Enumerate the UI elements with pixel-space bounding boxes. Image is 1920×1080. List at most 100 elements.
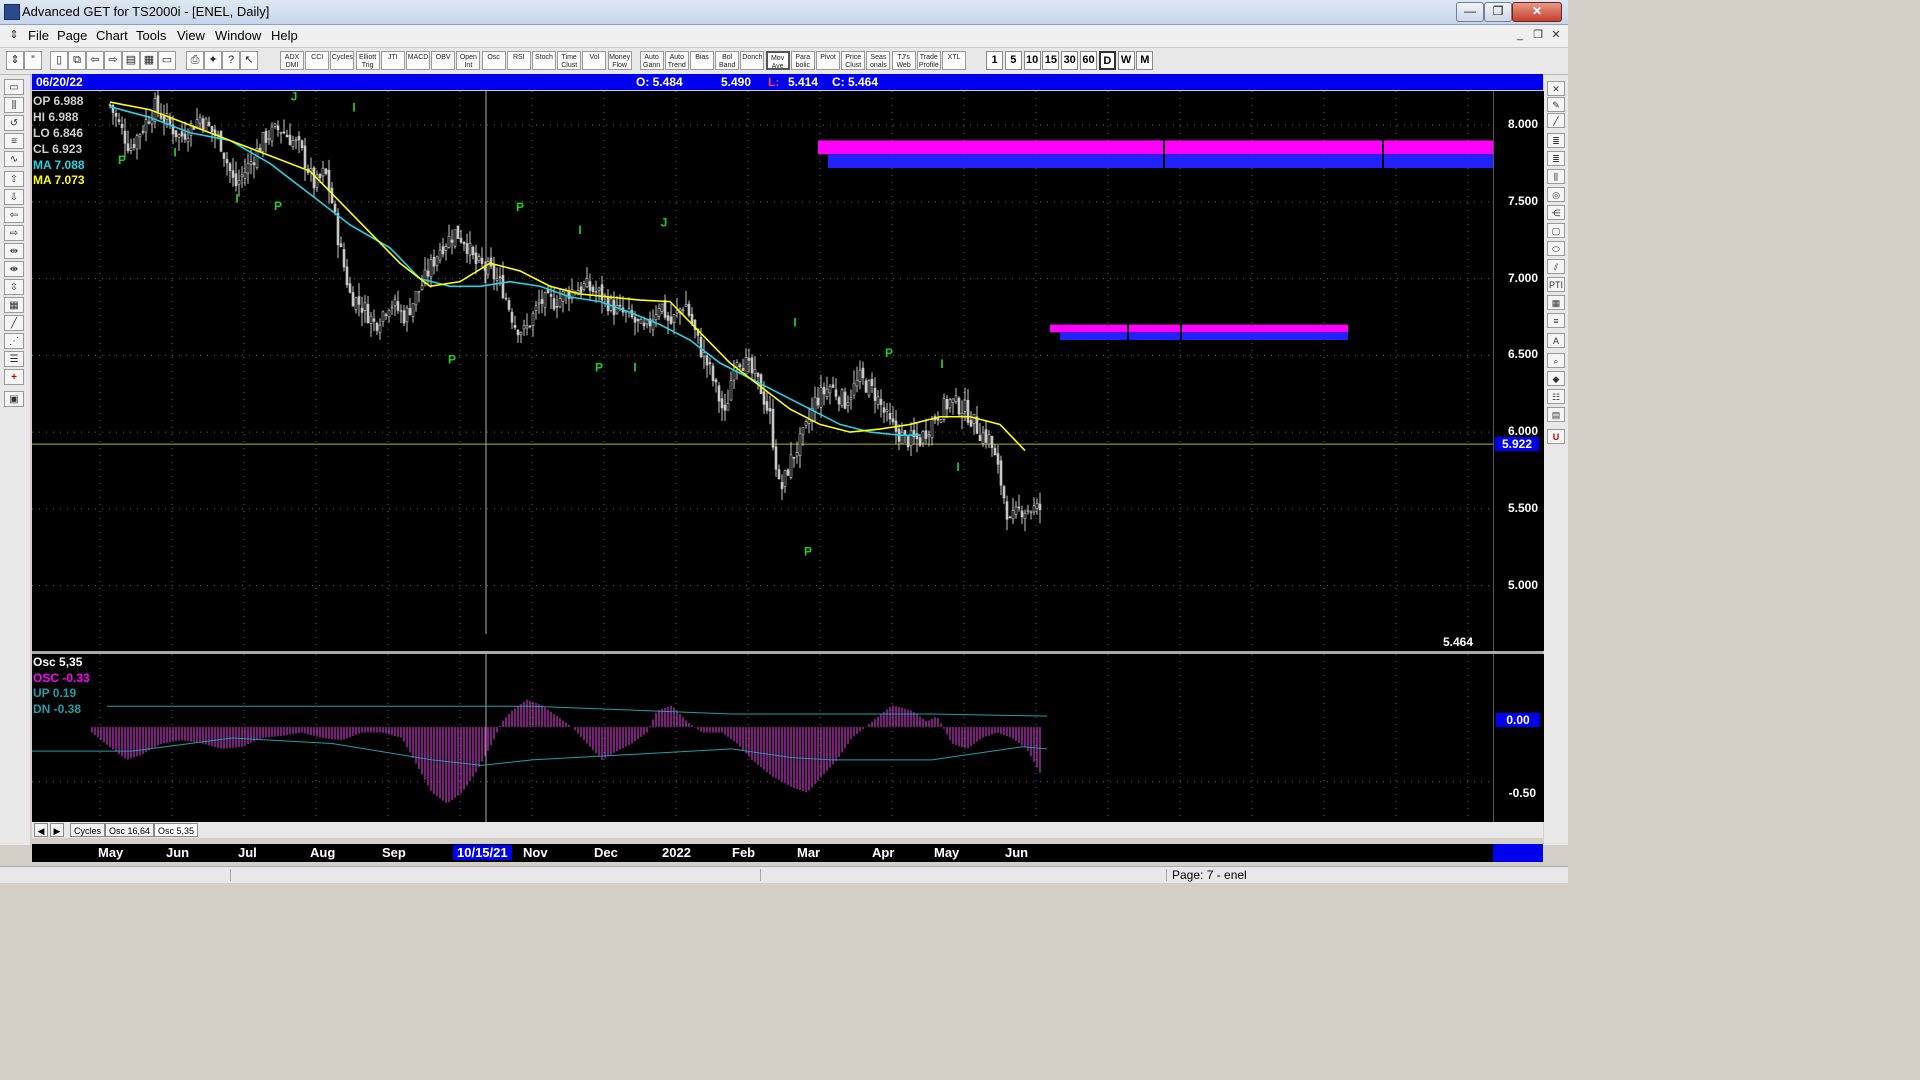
layers-icon[interactable]: ☷: [1547, 389, 1565, 404]
menu-tools[interactable]: Tools: [136, 28, 166, 43]
maximize-button[interactable]: ❐: [1484, 2, 1512, 22]
tab-osc-16-64[interactable]: Osc 16,64: [105, 823, 155, 837]
bars-icon[interactable]: ⫼: [4, 97, 24, 113]
price-chart-svg[interactable]: P I I P J I P P I P J I I P P I I: [32, 91, 1493, 651]
help-icon[interactable]: ?: [222, 51, 240, 70]
indicator-button-osc[interactable]: Osc: [481, 51, 506, 70]
indicator-button-auto-gann[interactable]: Auto Gann: [639, 51, 664, 70]
timeframe-button-w[interactable]: W: [1117, 51, 1135, 70]
elliott-icon[interactable]: ∿: [4, 151, 24, 167]
expand-bars-icon[interactable]: ⇹: [4, 243, 24, 259]
fan-tool-icon[interactable]: ⋲: [1547, 205, 1565, 220]
indicator-button-price-clust[interactable]: Price Clust: [841, 51, 866, 70]
mob-icon[interactable]: ≡: [1547, 313, 1565, 328]
indicator-button-adx-dmi[interactable]: ADX DMI: [280, 51, 304, 70]
indicator-button-seas-onals[interactable]: Seas onals: [866, 51, 891, 70]
timeframe-button-10[interactable]: 10: [1023, 51, 1041, 70]
indicator-button-vol[interactable]: Vol: [582, 51, 607, 70]
tab-scroll-left-icon[interactable]: ◀: [34, 823, 48, 837]
menu-view[interactable]: View: [177, 28, 205, 43]
arrow-down-icon[interactable]: ⇩: [4, 189, 24, 205]
fib-extension-icon[interactable]: ≣: [1547, 151, 1565, 166]
indicator-button-auto-trend[interactable]: Auto Trend: [664, 51, 689, 70]
zoom-vertical-icon[interactable]: ⇳: [4, 279, 24, 295]
pti-icon[interactable]: PTI: [1547, 277, 1565, 292]
close-button[interactable]: ✕: [1512, 2, 1562, 22]
tab-osc-5-35[interactable]: Osc 5,35: [154, 823, 199, 837]
indicator-button-cci[interactable]: CCI: [305, 51, 330, 70]
timeframe-button-1[interactable]: 1: [986, 51, 1003, 70]
circle-tool-icon[interactable]: ◎: [1547, 187, 1565, 202]
indicator-button-xtl[interactable]: XTL: [942, 51, 966, 70]
cross-tool-icon[interactable]: ✕: [1547, 81, 1565, 96]
pin-icon[interactable]: ⇕: [6, 28, 22, 43]
crosshair-icon[interactable]: +: [4, 369, 24, 385]
layout-icon[interactable]: ▤: [122, 51, 140, 70]
fib-retracement-icon[interactable]: ≣: [1547, 133, 1565, 148]
pencil-icon[interactable]: ✎: [1547, 97, 1565, 112]
indicator-button-time-clust[interactable]: Time Clust: [557, 51, 582, 70]
mdi-close-icon[interactable]: ✕: [1548, 28, 1564, 43]
reset-icon[interactable]: ↺: [4, 115, 24, 131]
grid-tool-icon[interactable]: ▦: [1547, 295, 1565, 310]
menu-chart[interactable]: Chart: [96, 28, 128, 43]
mdi-minimize-icon[interactable]: _: [1512, 28, 1528, 43]
grid-icon[interactable]: ▦: [140, 51, 158, 70]
compress-bars-icon[interactable]: ⇼: [4, 261, 24, 277]
timeframe-button-15[interactable]: 15: [1042, 51, 1060, 70]
new-page-icon[interactable]: ▯: [50, 51, 68, 70]
arrow-right-icon[interactable]: ⇨: [4, 225, 24, 241]
indicator-button-obv[interactable]: OBV: [431, 51, 456, 70]
oscillator-svg[interactable]: [32, 654, 1493, 822]
back-icon[interactable]: ⇦: [86, 51, 104, 70]
menu-file[interactable]: File: [28, 28, 49, 43]
menu-help[interactable]: Help: [271, 28, 298, 43]
tab-scroll-right-icon[interactable]: ▶: [50, 823, 64, 837]
light-icon[interactable]: ✦: [204, 51, 222, 70]
oscillator-pane[interactable]: Osc 5,35 OSC -0.33 UP 0.19 DN -0.38: [32, 654, 1493, 822]
indicator-button-tj-s-web[interactable]: TJ's Web: [891, 51, 916, 70]
menu-page[interactable]: Page: [57, 28, 87, 43]
indicator-button-bol-band[interactable]: Bol Band: [715, 51, 740, 70]
pin-tool-icon[interactable]: ⇕: [6, 51, 24, 70]
help-pointer-icon[interactable]: ↖: [240, 51, 258, 70]
timeframe-button-60[interactable]: 60: [1080, 51, 1097, 70]
indicator-button-trade-profile[interactable]: Trade Profile: [916, 51, 941, 70]
timeframe-button-30[interactable]: 30: [1061, 51, 1079, 70]
quote-icon[interactable]: ”: [24, 51, 42, 70]
indicator-button-mov-ave[interactable]: Mov Ave: [765, 51, 790, 70]
forward-icon[interactable]: ⇨: [104, 51, 122, 70]
indicator-button-stoch[interactable]: Stoch: [532, 51, 556, 70]
price-chart[interactable]: P I I P J I P P I P J I I P P I I OP 6.988 HI 6.988 LO 6…: [32, 91, 1493, 651]
indicator-button-para-bolic[interactable]: Para bolic: [790, 51, 815, 70]
ellipse-tool-icon[interactable]: ⬭: [1547, 241, 1565, 256]
window-icon[interactable]: ▭: [158, 51, 176, 70]
timeframe-button-m[interactable]: M: [1136, 51, 1154, 70]
fib-icon[interactable]: ☰: [4, 351, 24, 367]
fib-time-icon[interactable]: ⫼: [1547, 169, 1565, 184]
study-icon[interactable]: ≡: [4, 133, 24, 149]
box-tool-icon[interactable]: ▢: [1547, 223, 1565, 238]
indicator-button-jti[interactable]: JTI: [380, 51, 405, 70]
tab-cycles[interactable]: Cycles: [70, 823, 106, 837]
paint-icon[interactable]: ◆: [1547, 371, 1565, 386]
gann-icon[interactable]: ⋰: [4, 333, 24, 349]
indicator-button-cycles[interactable]: Cycles: [330, 51, 355, 70]
indicator-button-money-flow[interactable]: Money Flow: [607, 51, 632, 70]
indicator-button-donch[interactable]: Donch: [740, 51, 765, 70]
clipboard-icon[interactable]: ▣: [4, 391, 24, 407]
indicator-button-macd[interactable]: MACD: [406, 51, 430, 70]
arrow-up-icon[interactable]: ⇧: [4, 171, 24, 187]
minimize-button[interactable]: —: [1456, 2, 1484, 22]
text-tool-icon[interactable]: A: [1547, 333, 1565, 348]
indicator-button-open-int[interactable]: Open Int: [456, 51, 481, 70]
mdi-restore-icon[interactable]: ❐: [1530, 28, 1546, 43]
timeframe-button-d[interactable]: D: [1098, 51, 1116, 70]
lines-icon[interactable]: ╱: [4, 315, 24, 331]
u-tool-icon[interactable]: U: [1547, 429, 1565, 444]
notes-icon[interactable]: ▤: [1547, 407, 1565, 422]
print-icon[interactable]: ⎙: [186, 51, 204, 70]
arrow-left-icon[interactable]: ⇦: [4, 207, 24, 223]
trendline-icon[interactable]: ╱: [1547, 113, 1565, 128]
menu-window[interactable]: Window: [215, 28, 261, 43]
